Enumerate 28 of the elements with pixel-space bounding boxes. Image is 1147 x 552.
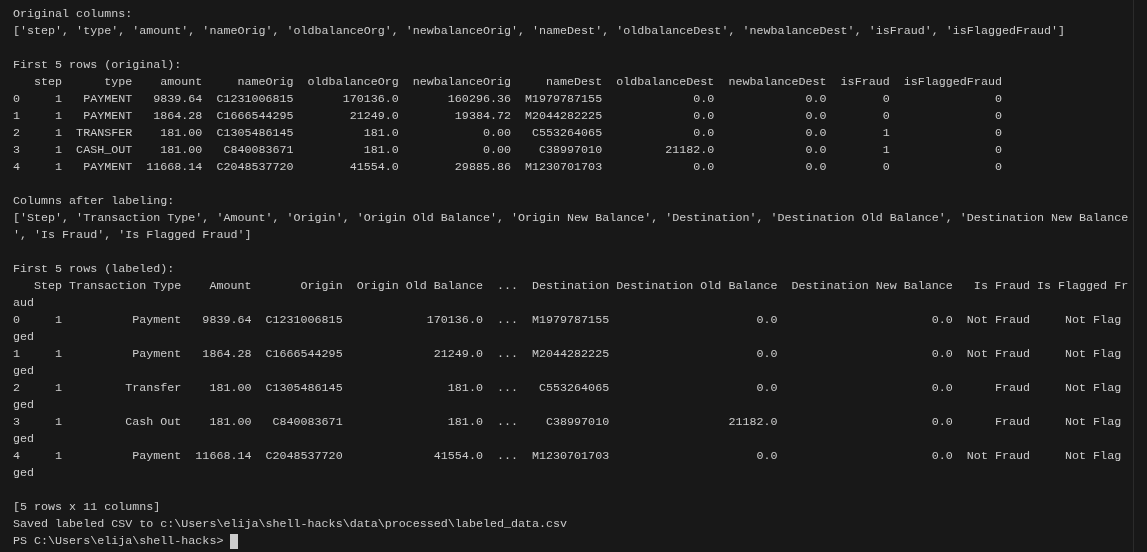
output-line: ged: [13, 329, 35, 346]
output-line: aud: [13, 295, 35, 312]
output-line: 4 1 PAYMENT 11668.14 C2048537720 41554.0 29885.86 M1230701703 0.0 0.0 0 0: [13, 159, 1002, 176]
output-line: 1 1 Payment 1864.28 C1666544295 21249.0 ... M2044282225 0.0 0.0 Not Fraud Not Flag: [13, 346, 1122, 363]
output-line: 3 1 CASH_OUT 181.00 C840083671 181.0 0.00 C38997010 21182.0 0.0 1 0: [13, 142, 1002, 159]
output-line: ged: [13, 363, 35, 380]
output-line: Columns after labeling:: [13, 193, 175, 210]
output-line: First 5 rows (labeled):: [13, 261, 175, 278]
output-line: 4 1 Payment 11668.14 C2048537720 41554.0 ... M1230701703 0.0 0.0 Not Fraud Not Flag: [13, 448, 1122, 465]
output-line: 3 1 Cash Out 181.00 C840083671 181.0 ... C38997010 21182.0 0.0 Fraud Not Flag: [13, 414, 1122, 431]
output-line: [5 rows x 11 columns]: [13, 499, 161, 516]
output-line: Original columns:: [13, 6, 133, 23]
output-line: 2 1 TRANSFER 181.00 C1305486145 181.0 0.00 C553264065 0.0 0.0 1 0: [13, 125, 1002, 142]
output-line: ged: [13, 397, 35, 414]
output-line: Saved labeled CSV to c:\Users\elija\shell-hacks\data\processed\labeled_data.csv: [13, 516, 568, 533]
output-line: 0 1 Payment 9839.64 C1231006815 170136.0 ... M1979787155 0.0 0.0 Not Fraud Not Flag: [13, 312, 1122, 329]
output-line: Step Transaction Type Amount Origin Origin Old Balance ... Destination Destination Old Balance Destination New Balance Is Fraud Is Flagged Fr: [33, 278, 1129, 295]
output-line: ['Step', 'Transaction Type', 'Amount', 'Origin', 'Origin Old Balance', 'Origin New Balance', 'Destination', 'Destination Old Balance', 'Destination New Balance: [13, 210, 1129, 227]
output-line: 1 1 PAYMENT 1864.28 C1666544295 21249.0 19384.72 M2044282225 0.0 0.0 0 0: [13, 108, 1002, 125]
output-line: ['step', 'type', 'amount', 'nameOrig', 'oldbalanceOrg', 'newbalanceOrig', 'nameDest', 'oldbalanceDest', 'newbalanceDest', 'isFraud', 'isFlaggedFraud']: [13, 23, 1066, 40]
output-line: 2 1 Transfer 181.00 C1305486145 181.0 ... C553264065 0.0 0.0 Fraud Not Flag: [13, 380, 1122, 397]
output-line: ', 'Is Fraud', 'Is Flagged Fraud']: [13, 227, 252, 244]
output-line: ged: [13, 431, 35, 448]
output-line: step type amount nameOrig oldbalanceOrg newbalanceOrig nameDest oldbalanceDest newbalanceDest isFraud isFlaggedFraud: [33, 74, 1002, 91]
output-line: 0 1 PAYMENT 9839.64 C1231006815 170136.0 160296.36 M1979787155 0.0 0.0 0 0: [13, 91, 1002, 108]
output-line: ged: [13, 465, 35, 482]
prompt-line: PS C:\Users\elija\shell-hacks>: [13, 533, 225, 550]
output-line: First 5 rows (original):: [13, 57, 182, 74]
